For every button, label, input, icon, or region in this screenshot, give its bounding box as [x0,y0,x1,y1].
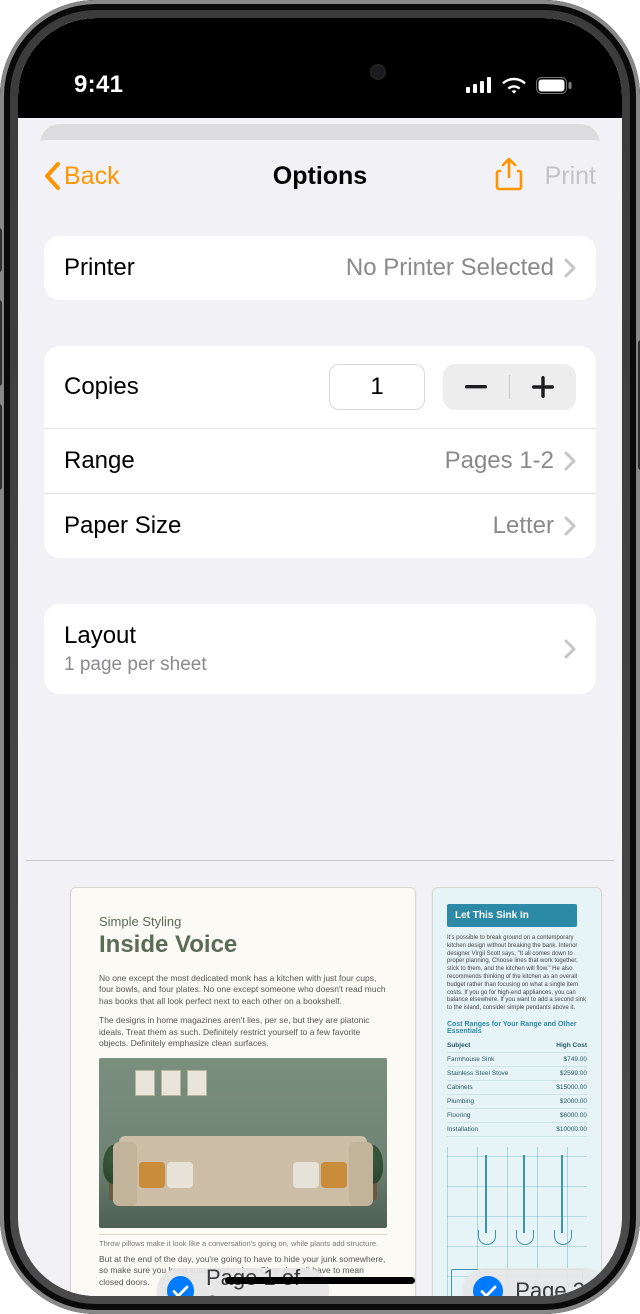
page2-table-row: Flooring$6000.00 [447,1109,587,1123]
page2-table-row: Installation$10000.00 [447,1123,587,1137]
page2-pill-label: Page 2 [515,1278,585,1296]
paper-size-value: Letter [493,512,554,540]
cellular-icon [466,77,492,93]
battery-icon [536,77,572,94]
chevron-right-icon [564,516,576,536]
page1-body2: The designs in home magazines aren't lie… [99,1015,387,1049]
preview-page-2[interactable]: Let This Sink In It's possible to break … [432,887,602,1296]
copies-label: Copies [64,373,139,401]
layout-label: Layout [64,622,207,650]
layout-group: Layout 1 page per sheet [44,604,596,694]
back-label: Back [64,162,120,191]
paper-size-label: Paper Size [64,512,181,540]
page1-kicker: Simple Styling [99,914,387,929]
minus-icon [465,385,487,389]
page2-table-row: Cabinets$15000.00 [447,1081,587,1095]
page1-title: Inside Voice [99,931,387,959]
printer-row[interactable]: Printer No Printer Selected [44,236,596,300]
chevron-right-icon [564,639,576,659]
page1-body1: No one except the most dedicated monk ha… [99,973,387,1007]
page2-banner: Let This Sink In [447,904,577,927]
checkmark-icon [480,1285,497,1297]
settings-group: Copies 1 [44,346,596,558]
printer-group: Printer No Printer Selected [44,236,596,300]
page-preview-strip[interactable]: Simple Styling Inside Voice No one excep… [26,860,614,1296]
page1-caption: Throw pillows make it look like a conver… [99,1234,387,1248]
page2-table-row: Plumbing$2000.00 [447,1095,587,1109]
page2-table-row: Farmhouse Sink$749.00 [447,1053,587,1067]
status-time: 9:41 [74,71,123,99]
preview-page-1[interactable]: Simple Styling Inside Voice No one excep… [70,887,416,1296]
layout-row[interactable]: Layout 1 page per sheet [44,604,596,694]
page1-checkbox[interactable] [167,1276,194,1296]
page2-text: It's possible to break ground on a conte… [447,935,587,1013]
range-value: Pages 1-2 [445,447,554,475]
page2-indicator[interactable]: Page 2 [463,1268,602,1296]
dynamic-island [230,48,410,96]
page2-table-row: Stainless Steel Stove$2599.00 [447,1067,587,1081]
printer-label: Printer [64,254,135,282]
wifi-icon [502,77,526,94]
copies-row: Copies 1 [44,346,596,428]
copies-stepper [443,364,576,410]
copies-increment-button[interactable] [510,364,576,410]
checkmark-icon [172,1285,189,1297]
range-row[interactable]: Range Pages 1-2 [44,428,596,493]
plus-icon [532,376,554,398]
page2-table-heading: Cost Ranges for Your Range and Other Ess… [447,1021,587,1035]
paper-size-row[interactable]: Paper Size Letter [44,493,596,558]
share-icon [495,157,523,191]
mute-switch [0,228,2,272]
share-button[interactable] [495,157,523,196]
chevron-right-icon [564,258,576,278]
copies-value[interactable]: 1 [329,364,425,410]
print-button: Print [545,162,596,191]
printer-value: No Printer Selected [346,254,554,282]
volume-down-button [0,404,2,490]
volume-up-button [0,300,2,386]
copies-decrement-button[interactable] [443,364,509,410]
page2-checkbox[interactable] [473,1276,503,1296]
back-button[interactable]: Back [44,162,120,191]
chevron-left-icon [44,162,62,190]
range-label: Range [64,447,135,475]
chevron-right-icon [564,451,576,471]
print-options-sheet: Back Options Print Printer No Printer Se… [26,140,614,1296]
home-indicator[interactable] [225,1277,415,1284]
navigation-bar: Back Options Print [26,140,614,212]
layout-subtitle: 1 page per sheet [64,654,207,676]
page1-image [99,1058,387,1228]
